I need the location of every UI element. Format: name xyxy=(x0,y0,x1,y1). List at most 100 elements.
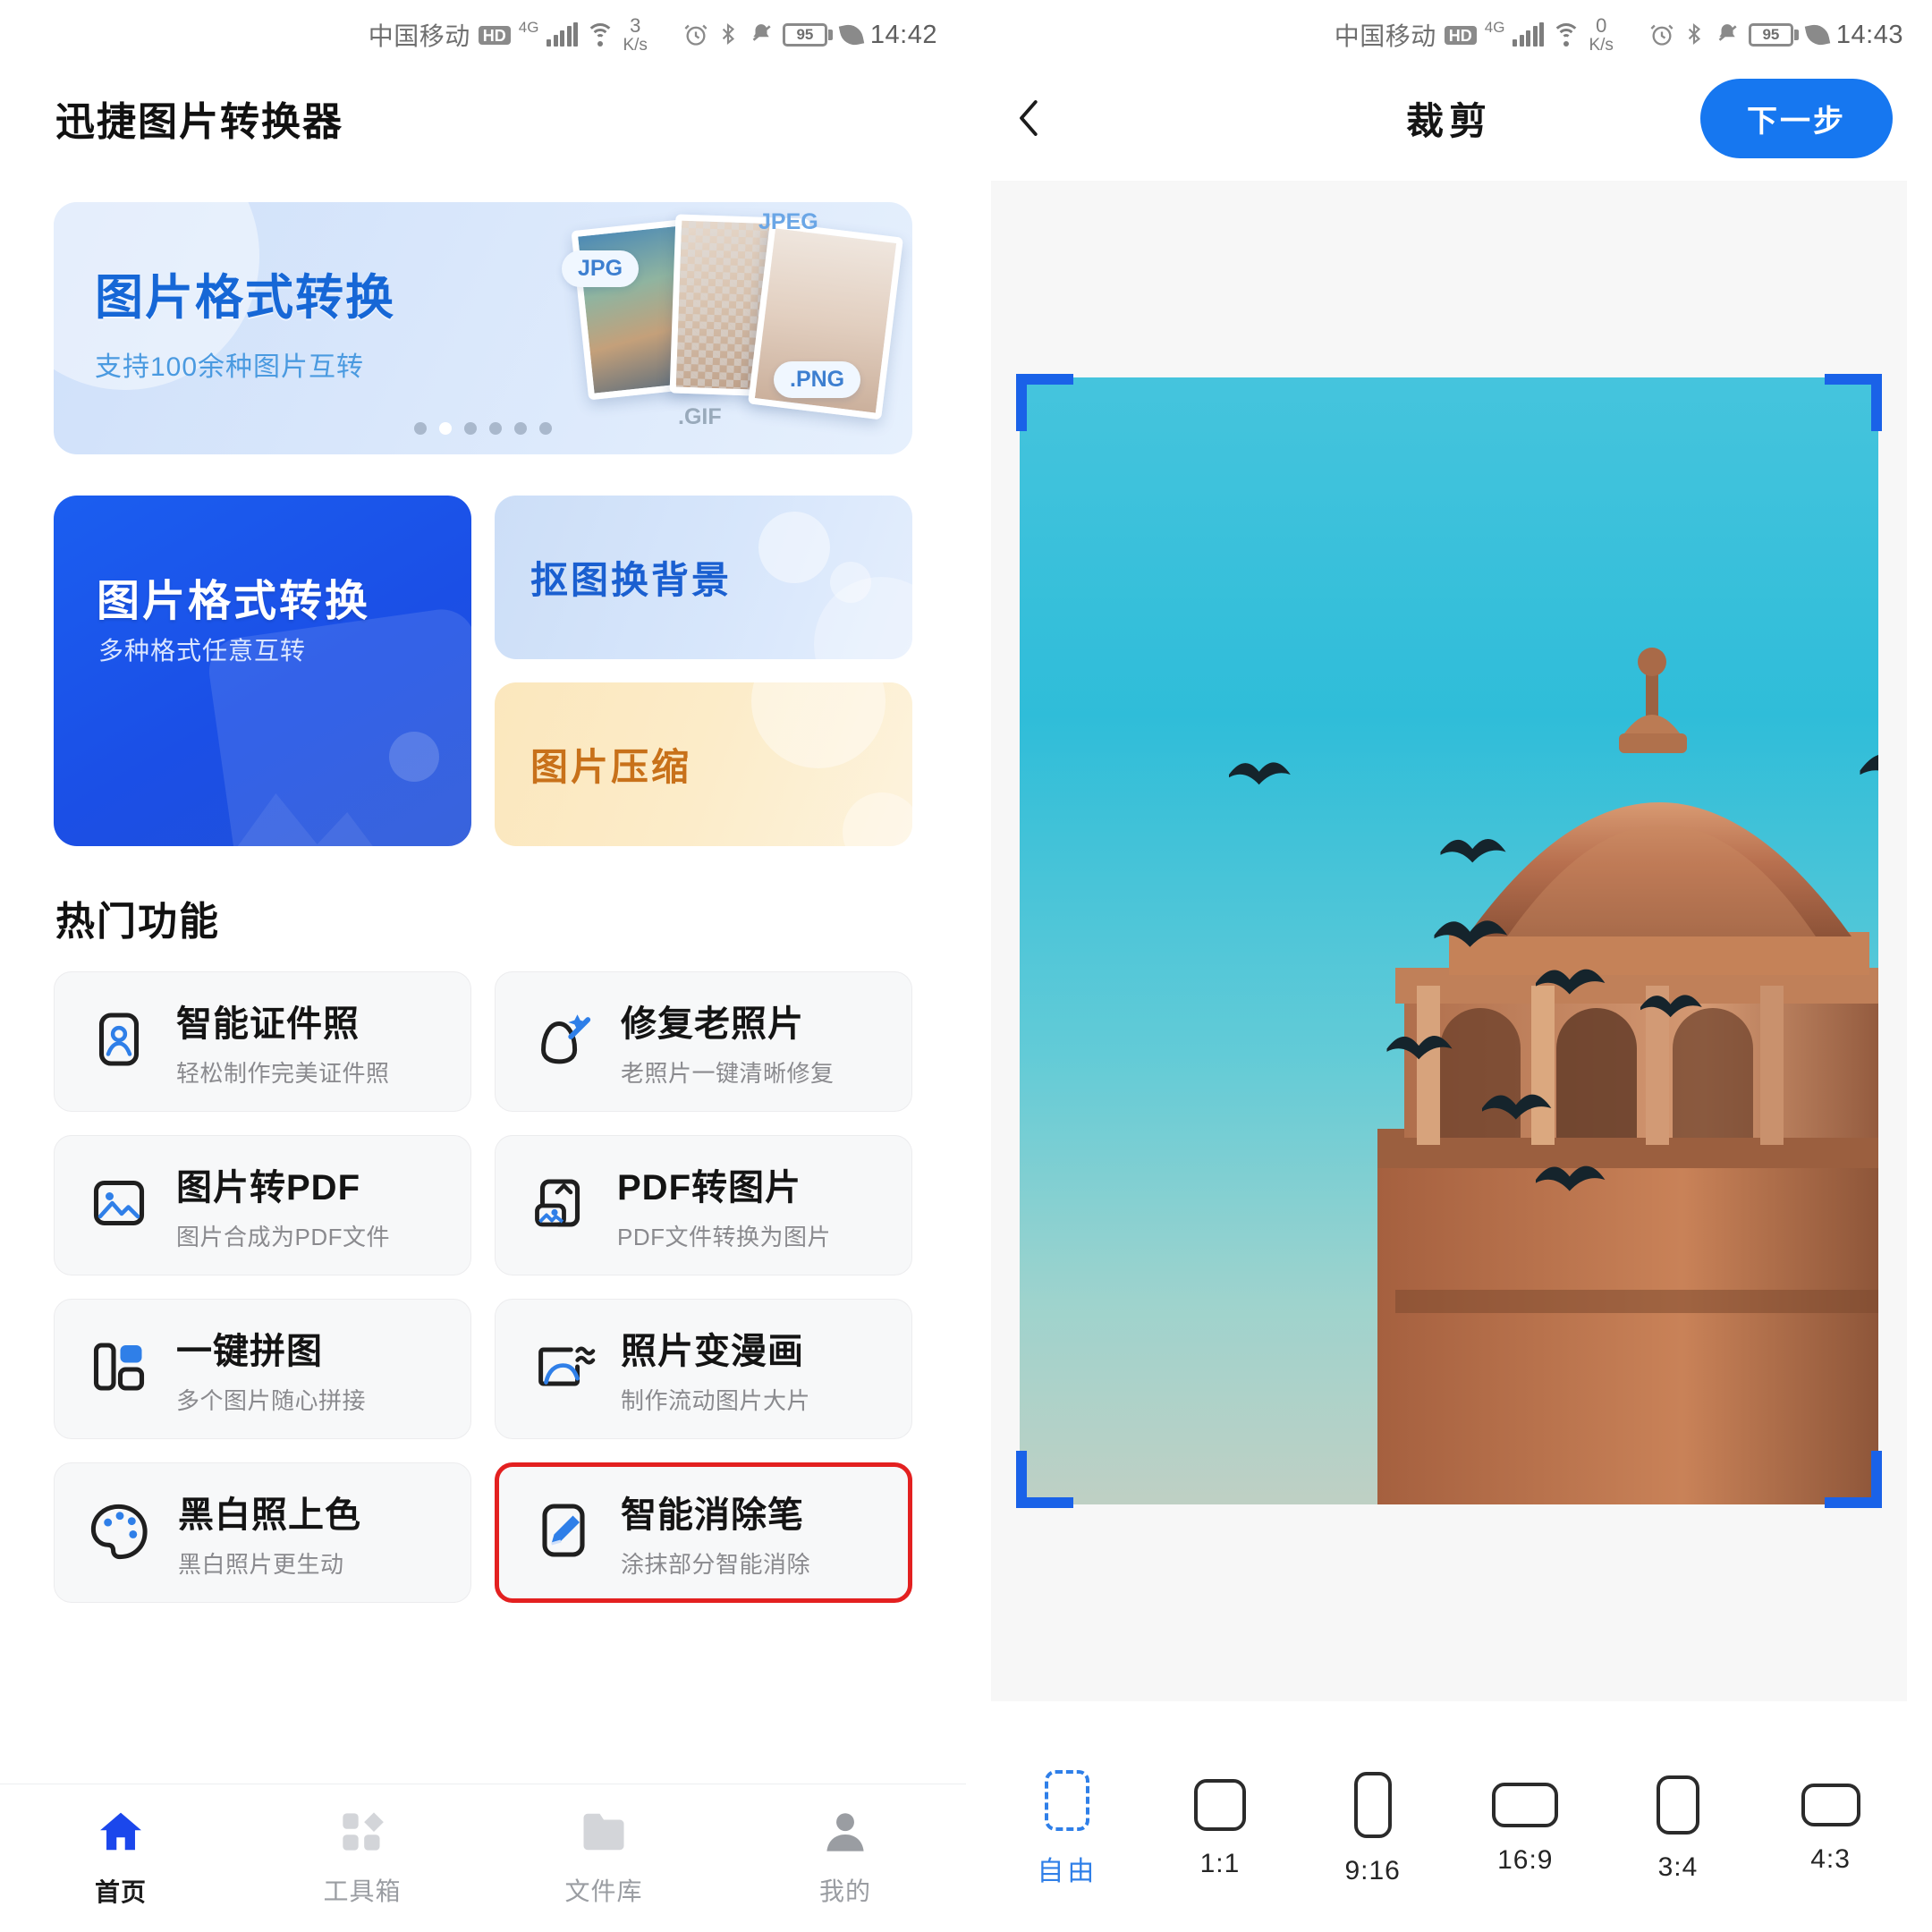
feature-card-title: 图片转PDF xyxy=(176,1168,360,1208)
aspect-ratio-label: 4:3 xyxy=(1810,1844,1851,1874)
crop-handle-bottom-right[interactable] xyxy=(1825,1451,1882,1508)
card-compress-image-title: 图片压缩 xyxy=(530,746,692,788)
crop-header: 裁剪 下一步 xyxy=(966,70,1932,166)
tag-gif: .GIF xyxy=(678,404,722,429)
crop-handle-top-left[interactable] xyxy=(1016,374,1073,431)
crop-handle-top-right[interactable] xyxy=(1825,374,1882,431)
home-icon xyxy=(97,1808,145,1860)
feature-card-subtitle: 涂抹部分智能消除 xyxy=(621,1551,811,1578)
section-title-hot-features: 热门功能 xyxy=(55,900,220,944)
feature-grid: 智能证件照 轻松制作完美证件照 修复老照片 老照片一键清晰修复 图片转PDF 图… xyxy=(54,971,912,1603)
aspect-ratio-label: 3:4 xyxy=(1657,1852,1699,1882)
aspect-ratio-option[interactable]: 自由 xyxy=(1009,1770,1125,1888)
feature-card-subtitle: 老照片一键清晰修复 xyxy=(621,1060,835,1087)
feature-card-subtitle: 制作流动图片大片 xyxy=(621,1387,811,1414)
card-format-convert[interactable]: 图片格式转换 多种格式任意互转 xyxy=(54,496,471,846)
feature-card-subtitle: 轻松制作完美证件照 xyxy=(176,1060,390,1087)
bluetooth-icon xyxy=(1682,22,1707,47)
clock-label: 14:42 xyxy=(869,20,937,49)
aspect-ratio-option[interactable]: 1:1 xyxy=(1162,1779,1278,1879)
banner-dot[interactable] xyxy=(489,422,502,435)
aspect-ratio-option[interactable]: 3:4 xyxy=(1620,1775,1736,1883)
feature-card-title: 一键拼图 xyxy=(176,1332,323,1371)
speed-unit: K/s xyxy=(623,36,648,55)
card-format-convert-subtitle: 多种格式任意互转 xyxy=(98,637,307,665)
tab-item-1[interactable]: 首页 xyxy=(0,1784,242,1932)
banner-dot[interactable] xyxy=(439,422,452,435)
feature-card[interactable]: 图片转PDF 图片合成为PDF文件 xyxy=(54,1135,471,1275)
banner-photo-stack: JPG JPEG .PNG .GIF xyxy=(562,208,903,431)
aspect-ratio-option[interactable]: 9:16 xyxy=(1315,1772,1431,1886)
battery-icon: 95 xyxy=(1748,23,1799,47)
aspect-ratio-shape-icon xyxy=(1801,1784,1860,1826)
battery-icon: 95 xyxy=(782,23,833,47)
banner-dot[interactable] xyxy=(464,422,477,435)
magic-wand-icon xyxy=(528,1007,596,1076)
person-icon xyxy=(822,1809,869,1860)
carrier-label: 中国移动 xyxy=(1334,22,1436,50)
palette-icon xyxy=(87,1498,153,1567)
tab-item-2[interactable]: 工具箱 xyxy=(242,1784,483,1932)
hd-badge-icon: HD xyxy=(1444,25,1477,45)
feature-card[interactable]: 一键拼图 多个图片随心拼接 xyxy=(54,1299,471,1439)
feature-card-title: 智能证件照 xyxy=(176,1004,360,1044)
aspect-ratio-label: 自由 xyxy=(1037,1857,1098,1886)
crop-stage xyxy=(991,181,1907,1701)
signal-bars-icon xyxy=(1513,22,1545,47)
speed-value: 0 xyxy=(1596,14,1607,37)
feature-card[interactable]: PDF转图片 PDF文件转换为图片 xyxy=(495,1135,912,1275)
status-bar-right: 中国移动 HD 4G 0 K/s 95 14:43 xyxy=(966,0,1932,70)
power-save-leaf-icon xyxy=(838,21,865,48)
right-phone-panel: 中国移动 HD 4G 0 K/s 95 14:43 裁剪 下一步 自由 1:1 … xyxy=(966,0,1932,1932)
feature-card-subtitle: 黑白照片更生动 xyxy=(178,1551,344,1578)
feature-card[interactable]: 智能证件照 轻松制作完美证件照 xyxy=(54,971,471,1112)
battery-level: 95 xyxy=(782,23,827,47)
collage-icon xyxy=(87,1335,151,1403)
crop-selection[interactable] xyxy=(1016,374,1882,1508)
crop-handle-bottom-left[interactable] xyxy=(1016,1451,1073,1508)
tab-label: 工具箱 xyxy=(323,1877,402,1905)
aspect-ratio-shape-icon xyxy=(1353,1772,1392,1838)
quick-action-cards: 图片格式转换 多种格式任意互转 抠图换背景 图片压缩 xyxy=(54,496,912,846)
aspect-ratio-label: 9:16 xyxy=(1344,1856,1401,1885)
feature-card[interactable]: 照片变漫画 制作流动图片大片 xyxy=(495,1299,912,1439)
feature-card-title: 智能消除笔 xyxy=(621,1496,804,1535)
photo-preview xyxy=(1020,377,1878,1504)
aspect-ratio-option[interactable]: 16:9 xyxy=(1467,1783,1583,1876)
wifi-icon xyxy=(1552,23,1581,47)
card-compress-image[interactable]: 图片压缩 xyxy=(495,682,912,846)
card-remove-background-title: 抠图换背景 xyxy=(530,559,733,601)
next-step-button[interactable]: 下一步 xyxy=(1700,78,1893,158)
signal-bars-icon xyxy=(547,22,579,47)
banner-subtitle: 支持100余种图片互转 xyxy=(95,352,365,382)
chevron-left-icon[interactable] xyxy=(1005,92,1057,144)
card-remove-background[interactable]: 抠图换背景 xyxy=(495,496,912,659)
aspect-ratio-shape-icon xyxy=(1656,1775,1699,1835)
carrier-label: 中国移动 xyxy=(368,22,470,50)
card-format-convert-title: 图片格式转换 xyxy=(97,578,371,625)
banner-dot[interactable] xyxy=(514,422,527,435)
banner-dot[interactable] xyxy=(539,422,552,435)
promo-banner[interactable]: 图片格式转换 支持100余种图片互转 JPG JPEG .PNG .GIF xyxy=(54,202,912,454)
aspect-ratio-label: 1:1 xyxy=(1199,1849,1241,1878)
bottom-tab-bar: 首页 工具箱 文件库 我的 xyxy=(0,1784,966,1932)
aspect-ratio-option[interactable]: 4:3 xyxy=(1773,1784,1889,1875)
toolbox-icon xyxy=(339,1809,386,1860)
aspect-ratio-shape-icon xyxy=(1045,1770,1090,1831)
alarm-icon xyxy=(1649,22,1674,47)
tag-png: .PNG xyxy=(774,361,861,398)
banner-dot[interactable] xyxy=(414,422,427,435)
feature-card-subtitle: PDF文件转换为图片 xyxy=(617,1224,832,1250)
feature-card[interactable]: 修复老照片 老照片一键清晰修复 xyxy=(495,971,912,1112)
tab-label: 文件库 xyxy=(564,1877,643,1905)
banner-pagination-dots[interactable] xyxy=(414,422,552,435)
feature-card[interactable]: 智能消除笔 涂抹部分智能消除 xyxy=(495,1462,912,1603)
hd-badge-icon: HD xyxy=(478,25,511,45)
alarm-icon xyxy=(683,22,708,47)
dual-phone-screenshot: 中国移动 HD 4G 3 K/s 95 14:42 迅捷图片转换器 图片格式转换… xyxy=(0,0,1932,1932)
tab-item-3[interactable]: 文件库 xyxy=(483,1784,724,1932)
eraser-pen-icon xyxy=(531,1498,596,1567)
aspect-ratio-shape-icon xyxy=(1492,1783,1559,1827)
feature-card[interactable]: 黑白照上色 黑白照片更生动 xyxy=(54,1462,471,1603)
tab-item-4[interactable]: 我的 xyxy=(724,1784,966,1932)
